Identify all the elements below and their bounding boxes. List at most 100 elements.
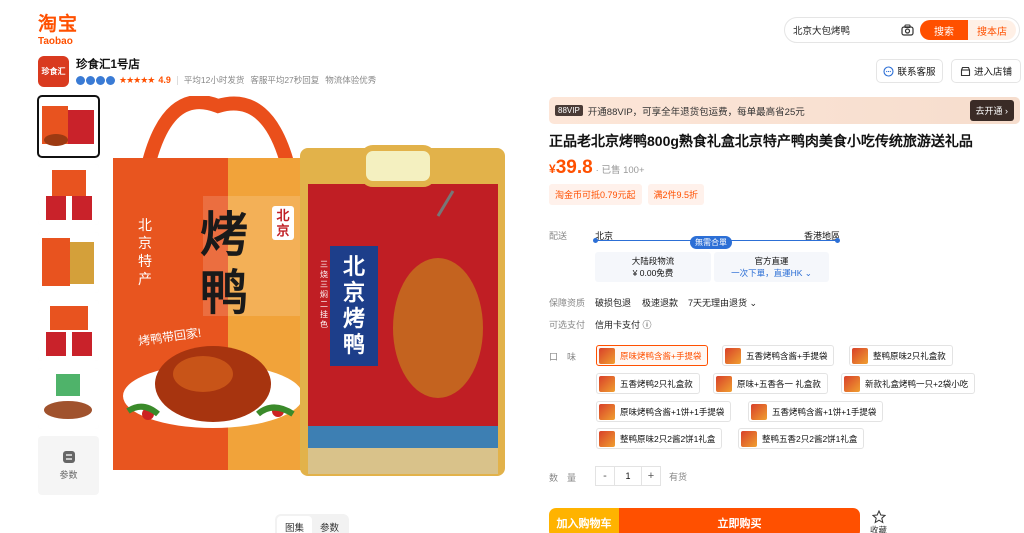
guarantee-return[interactable]: 7天无理由退货 ⌄ xyxy=(688,296,757,309)
enter-shop-label: 进入店铺 xyxy=(973,67,1012,78)
vip-banner: 88VIP 开通88VIP，可享全年退货包运费，每单最高省25元 去开通 › xyxy=(549,97,1020,124)
level-dot-icon xyxy=(76,75,85,85)
flavor-option[interactable]: 原味烤鸭含酱+1饼+1手提袋 xyxy=(596,401,732,422)
guarantee-damage: 破损包退 xyxy=(595,298,632,308)
shop-meta-logistics: 物流体验优秀 xyxy=(325,75,377,85)
shop-logo[interactable]: 珍食汇 xyxy=(38,56,69,87)
flavor-option-label: 原味烤鸭含酱+1饼+1手提袋 xyxy=(620,406,725,417)
add-to-cart-button[interactable]: 加入购物车 xyxy=(549,508,619,533)
option-thumbnail xyxy=(725,347,741,364)
option-thumbnail xyxy=(852,347,868,364)
favorite-button[interactable]: 收藏 xyxy=(870,510,887,533)
payment-label: 可选支付 xyxy=(549,320,586,330)
bag-title: 烤鸭 xyxy=(200,207,249,321)
coupon-list: 淘金币可抵0.79元起 满2件9.5折 xyxy=(549,184,705,205)
gallery-tabs: 图集 参数 xyxy=(275,514,350,533)
chat-icon xyxy=(883,65,895,77)
buy-now-button[interactable]: 立即购买 xyxy=(619,508,860,533)
bag-badge: 北京 xyxy=(272,206,294,240)
thumbnail-list: 参数 xyxy=(37,95,100,495)
sold-count: · 已售 100+ xyxy=(595,165,645,176)
level-dot-icon xyxy=(96,75,105,85)
mainland-logistics-box: 大陆段物流 ¥ 0.00免费 xyxy=(595,252,711,282)
shop-meta: ★★★★★ 4.9 平均12小时发货 客服平均27秒回复 物流体验优秀 xyxy=(76,74,382,86)
tab-gallery[interactable]: 图集 xyxy=(277,516,313,533)
shop-meta-reply: 客服平均27秒回复 xyxy=(250,75,320,85)
rating-stars-icon: ★★★★★ xyxy=(119,74,155,85)
level-dot-icon xyxy=(106,75,115,85)
flavor-option-label: 整鸭原味2只2酱2饼1礼盒 xyxy=(620,433,716,444)
shop-name[interactable]: 珍食汇1号店 xyxy=(76,56,140,72)
option-thumbnail xyxy=(844,375,860,392)
flavor-option[interactable]: 五香烤鸭含酱+手提袋 xyxy=(722,345,835,366)
flavor-option-label: 新款礼盒烤鸭一只+2袋小吃 xyxy=(865,378,969,389)
flavor-option[interactable]: 整鸭原味2只礼盒款 xyxy=(849,345,953,366)
params-icon xyxy=(62,451,75,463)
search-bar: 北京大包烤鸭 搜索 搜本店 xyxy=(784,17,1020,43)
price-value: 39.8 xyxy=(555,157,593,178)
camera-icon[interactable] xyxy=(898,21,916,39)
flavor-option[interactable]: 整鸭原味2只2酱2饼1礼盒 xyxy=(596,428,723,449)
price-currency: ¥ xyxy=(549,162,556,176)
flavor-option-label: 五香烤鸭含酱+1饼+1手提袋 xyxy=(772,406,877,417)
quantity-input[interactable]: 1 xyxy=(615,466,641,486)
search-button[interactable]: 搜索 xyxy=(920,20,968,40)
direct-ship-title: 官方直運 xyxy=(754,256,789,266)
direct-ship-link[interactable]: 一次下單，直運HK ⌄ xyxy=(714,267,829,279)
enter-shop-button[interactable]: 进入店铺 xyxy=(951,59,1021,83)
option-thumbnail xyxy=(716,375,732,392)
buy-actions: 加入购物车 立即购买 xyxy=(549,508,860,533)
divider xyxy=(176,75,178,85)
thumbnail-4[interactable] xyxy=(38,300,99,361)
shop-level-icons xyxy=(76,75,115,85)
logo-en-text: Taobao xyxy=(38,36,73,47)
flavor-option[interactable]: 新款礼盒烤鸭一只+2袋小吃 xyxy=(841,373,976,394)
flavor-option[interactable]: 五香烤鸭含酱+1饼+1手提袋 xyxy=(748,401,884,422)
payment-value[interactable]: 信用卡支付 ⓘ xyxy=(595,318,652,331)
search-input[interactable]: 北京大包烤鸭 xyxy=(785,23,898,37)
flavor-option[interactable]: 原味+五香各一 礼盒款 xyxy=(713,373,828,394)
pack-title: 北京烤鸭 xyxy=(342,254,365,357)
coupon-discount[interactable]: 满2件9.5折 xyxy=(647,184,705,205)
main-product-image[interactable]: 北京特产 烤鸭 北京 烤鸭带回家! 北京烤鸭 三烧三焖二挂色 xyxy=(108,96,513,501)
guarantee-refund: 极速退款 xyxy=(642,298,679,308)
params-thumbnail[interactable]: 参数 xyxy=(38,436,99,495)
tab-params[interactable]: 参数 xyxy=(312,516,347,533)
quantity-stepper: - 1 + 有货 xyxy=(595,466,687,486)
option-thumbnail xyxy=(599,347,615,364)
contact-service-label: 联系客服 xyxy=(897,67,936,78)
quantity-plus-button[interactable]: + xyxy=(641,466,661,486)
flavor-option-label: 五香烤鸭2只礼盒款 xyxy=(620,378,693,389)
flavor-option[interactable]: 整鸭五香2只2酱2饼1礼盒 xyxy=(738,428,865,449)
shop-score: 4.9 xyxy=(158,75,171,85)
bag-side-text: 北京特产 xyxy=(138,217,152,287)
coupon-taojinbi[interactable]: 淘金币可抵0.79元起 xyxy=(549,184,642,205)
quantity-label: 数 量 xyxy=(549,473,577,483)
flavor-option-label: 五香烤鸭含酱+手提袋 xyxy=(746,350,828,361)
flavor-option-label: 整鸭原味2只礼盒款 xyxy=(873,350,946,361)
option-thumbnail xyxy=(751,403,767,420)
option-thumbnail xyxy=(599,403,615,420)
flavor-option[interactable]: 原味烤鸭含酱+手提袋 xyxy=(596,345,709,366)
guarantee-label: 保障资质 xyxy=(549,298,586,308)
shipping-label: 配送 xyxy=(549,231,568,241)
flavor-option[interactable]: 五香烤鸭2只礼盒款 xyxy=(596,373,700,394)
vip-text: 开通88VIP，可享全年退货包运费，每单最高省25元 xyxy=(587,106,805,118)
price-row: ¥ 39.8 · 已售 100+ xyxy=(549,157,645,179)
store-search-button[interactable]: 搜本店 xyxy=(968,20,1016,40)
option-thumbnail xyxy=(741,430,757,447)
no-merge-badge: 無需合單 xyxy=(690,236,732,249)
option-thumbnail xyxy=(599,430,615,447)
thumbnail-3[interactable] xyxy=(38,232,99,293)
flavor-option-label: 原味烤鸭含酱+手提袋 xyxy=(620,350,702,361)
contact-service-button[interactable]: 联系客服 xyxy=(876,59,943,83)
vip-open-button[interactable]: 去开通 › xyxy=(969,100,1014,121)
quantity-minus-button[interactable]: - xyxy=(595,466,615,486)
thumbnail-1[interactable] xyxy=(37,95,100,158)
thumbnail-5[interactable] xyxy=(38,368,99,429)
route-start-dot xyxy=(593,238,598,243)
favorite-label: 收藏 xyxy=(870,525,888,533)
thumbnail-2[interactable] xyxy=(38,164,99,225)
taobao-logo[interactable]: 淘宝 Taobao xyxy=(38,14,82,48)
shop-icon xyxy=(960,66,971,76)
